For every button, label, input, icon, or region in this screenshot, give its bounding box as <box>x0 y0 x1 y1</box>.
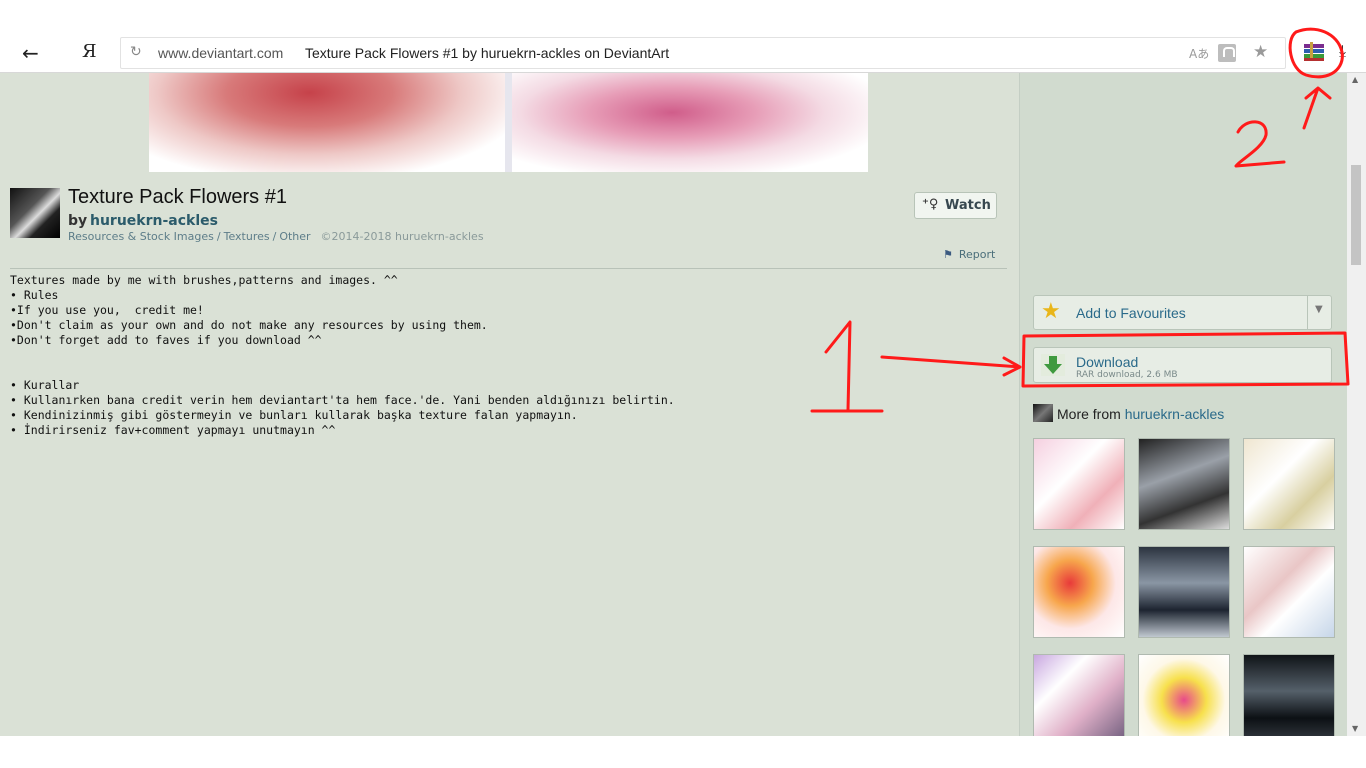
preview-image-flowers[interactable] <box>512 73 868 172</box>
description-line: •Don't forget add to faves if you downlo… <box>10 333 322 347</box>
download-size: RAR download, 2.6 MB <box>1076 370 1178 380</box>
breadcrumb: Resources & Stock Images / Textures / Other ©… <box>68 230 484 243</box>
translate-icon[interactable]: Aあ <box>1189 45 1209 62</box>
window-bottom-bar <box>0 736 1366 768</box>
description-line: •Don't claim as your own and do not make… <box>10 318 488 332</box>
sidebar: ★ Add to Favourites ▼ Download RAR downl… <box>1019 73 1347 736</box>
scroll-thumb[interactable] <box>1351 165 1361 265</box>
download-button[interactable]: Download RAR download, 2.6 MB <box>1033 347 1332 383</box>
description-line: • Kurallar <box>10 378 80 392</box>
chevron-down-icon[interactable]: ▼ <box>1315 304 1323 315</box>
description-line: •If you use you, credit me! <box>10 303 204 317</box>
description-line: • Kendinizinmiş gibi göstermeyin ve bunl… <box>10 408 578 422</box>
scroll-up-icon[interactable]: ▲ <box>1352 75 1358 84</box>
winrar-extension-icon[interactable] <box>1302 41 1326 63</box>
protect-lock-icon[interactable] <box>1218 44 1236 62</box>
report-label: Report <box>958 248 996 261</box>
description-line: • İndirirseniz fav+comment yapmayı unutm… <box>10 423 336 437</box>
address-bar[interactable]: ↻ www.deviantart.com Texture Pack Flower… <box>120 37 1286 69</box>
breadcrumb-separator: / <box>272 230 277 243</box>
description-line: Textures made by me with brushes,pattern… <box>10 273 398 287</box>
fav-split <box>1307 296 1308 329</box>
thumbnail[interactable] <box>1243 654 1335 736</box>
breadcrumb-resources[interactable]: Resources & Stock Images <box>68 230 214 243</box>
back-arrow-icon[interactable]: ← <box>22 41 39 65</box>
description-line <box>10 363 675 378</box>
breadcrumb-other[interactable]: Other <box>279 230 310 243</box>
download-label: Download <box>1076 354 1139 370</box>
author-avatar[interactable] <box>10 188 60 238</box>
url-page-title: Texture Pack Flowers #1 by huruekrn-ackl… <box>305 45 670 61</box>
add-to-favourites-button[interactable]: ★ Add to Favourites ▼ <box>1033 295 1332 330</box>
thumbnail[interactable] <box>1138 654 1230 736</box>
more-from-heading: More from huruekrn-ackles <box>1033 404 1224 422</box>
fav-label: Add to Favourites <box>1076 305 1186 321</box>
scrollbar[interactable]: ▲ ▼ <box>1347 73 1366 736</box>
thumbnail[interactable] <box>1243 438 1335 530</box>
download-arrow-icon <box>1041 354 1065 376</box>
scroll-down-icon[interactable]: ▼ <box>1352 724 1358 733</box>
thumbnail[interactable] <box>1138 438 1230 530</box>
thumbnail[interactable] <box>1243 546 1335 638</box>
divider <box>10 268 1007 269</box>
thumbnail[interactable] <box>1033 654 1125 736</box>
breadcrumb-separator: / <box>216 230 221 243</box>
preview-divider <box>505 73 512 172</box>
window-top-bar <box>0 0 1366 33</box>
report-link[interactable]: ⚑ Report <box>943 248 995 261</box>
description-line: • Kullanırken bana credit verin hem devi… <box>10 393 675 407</box>
preview-images <box>149 73 868 172</box>
description: Textures made by me with brushes,pattern… <box>10 273 675 438</box>
deviation-title: Texture Pack Flowers #1 <box>68 186 287 208</box>
copyright-text: ©2014-2018 huruekrn-ackles <box>320 230 484 243</box>
reload-icon[interactable]: ↻ <box>130 44 142 60</box>
bookmark-star-icon[interactable]: ★ <box>1253 42 1268 62</box>
thumbnail[interactable] <box>1033 438 1125 530</box>
author-link[interactable]: huruekrn-ackles <box>90 213 218 229</box>
url-domain: www.deviantart.com <box>158 45 284 61</box>
preview-image-tulip[interactable] <box>149 73 505 172</box>
watch-label: Watch <box>945 198 991 213</box>
description-line: • Rules <box>10 288 59 302</box>
thumbnail[interactable] <box>1033 546 1125 638</box>
breadcrumb-textures[interactable]: Textures <box>224 230 270 243</box>
deviantart-page: Texture Pack Flowers #1 by huruekrn-ackl… <box>0 73 1366 736</box>
flag-icon: ⚑ <box>943 248 953 261</box>
by-label: by <box>68 213 88 229</box>
watch-plus-icon: ⁺♀ <box>922 197 939 212</box>
watch-button[interactable]: ⁺♀ Watch <box>914 192 997 219</box>
favourite-star-icon: ★ <box>1041 299 1061 324</box>
browser-toolbar: ← Я ↻ www.deviantart.com Texture Pack Fl… <box>0 33 1366 73</box>
more-from-author-link[interactable]: huruekrn-ackles <box>1125 406 1225 422</box>
downloads-icon[interactable]: ⤓ <box>1339 41 1346 61</box>
description-line <box>10 348 675 363</box>
author-mini-avatar[interactable] <box>1033 404 1053 422</box>
yandex-button[interactable]: Я <box>82 41 97 62</box>
thumbnail[interactable] <box>1138 546 1230 638</box>
more-from-label: More from <box>1057 406 1121 422</box>
